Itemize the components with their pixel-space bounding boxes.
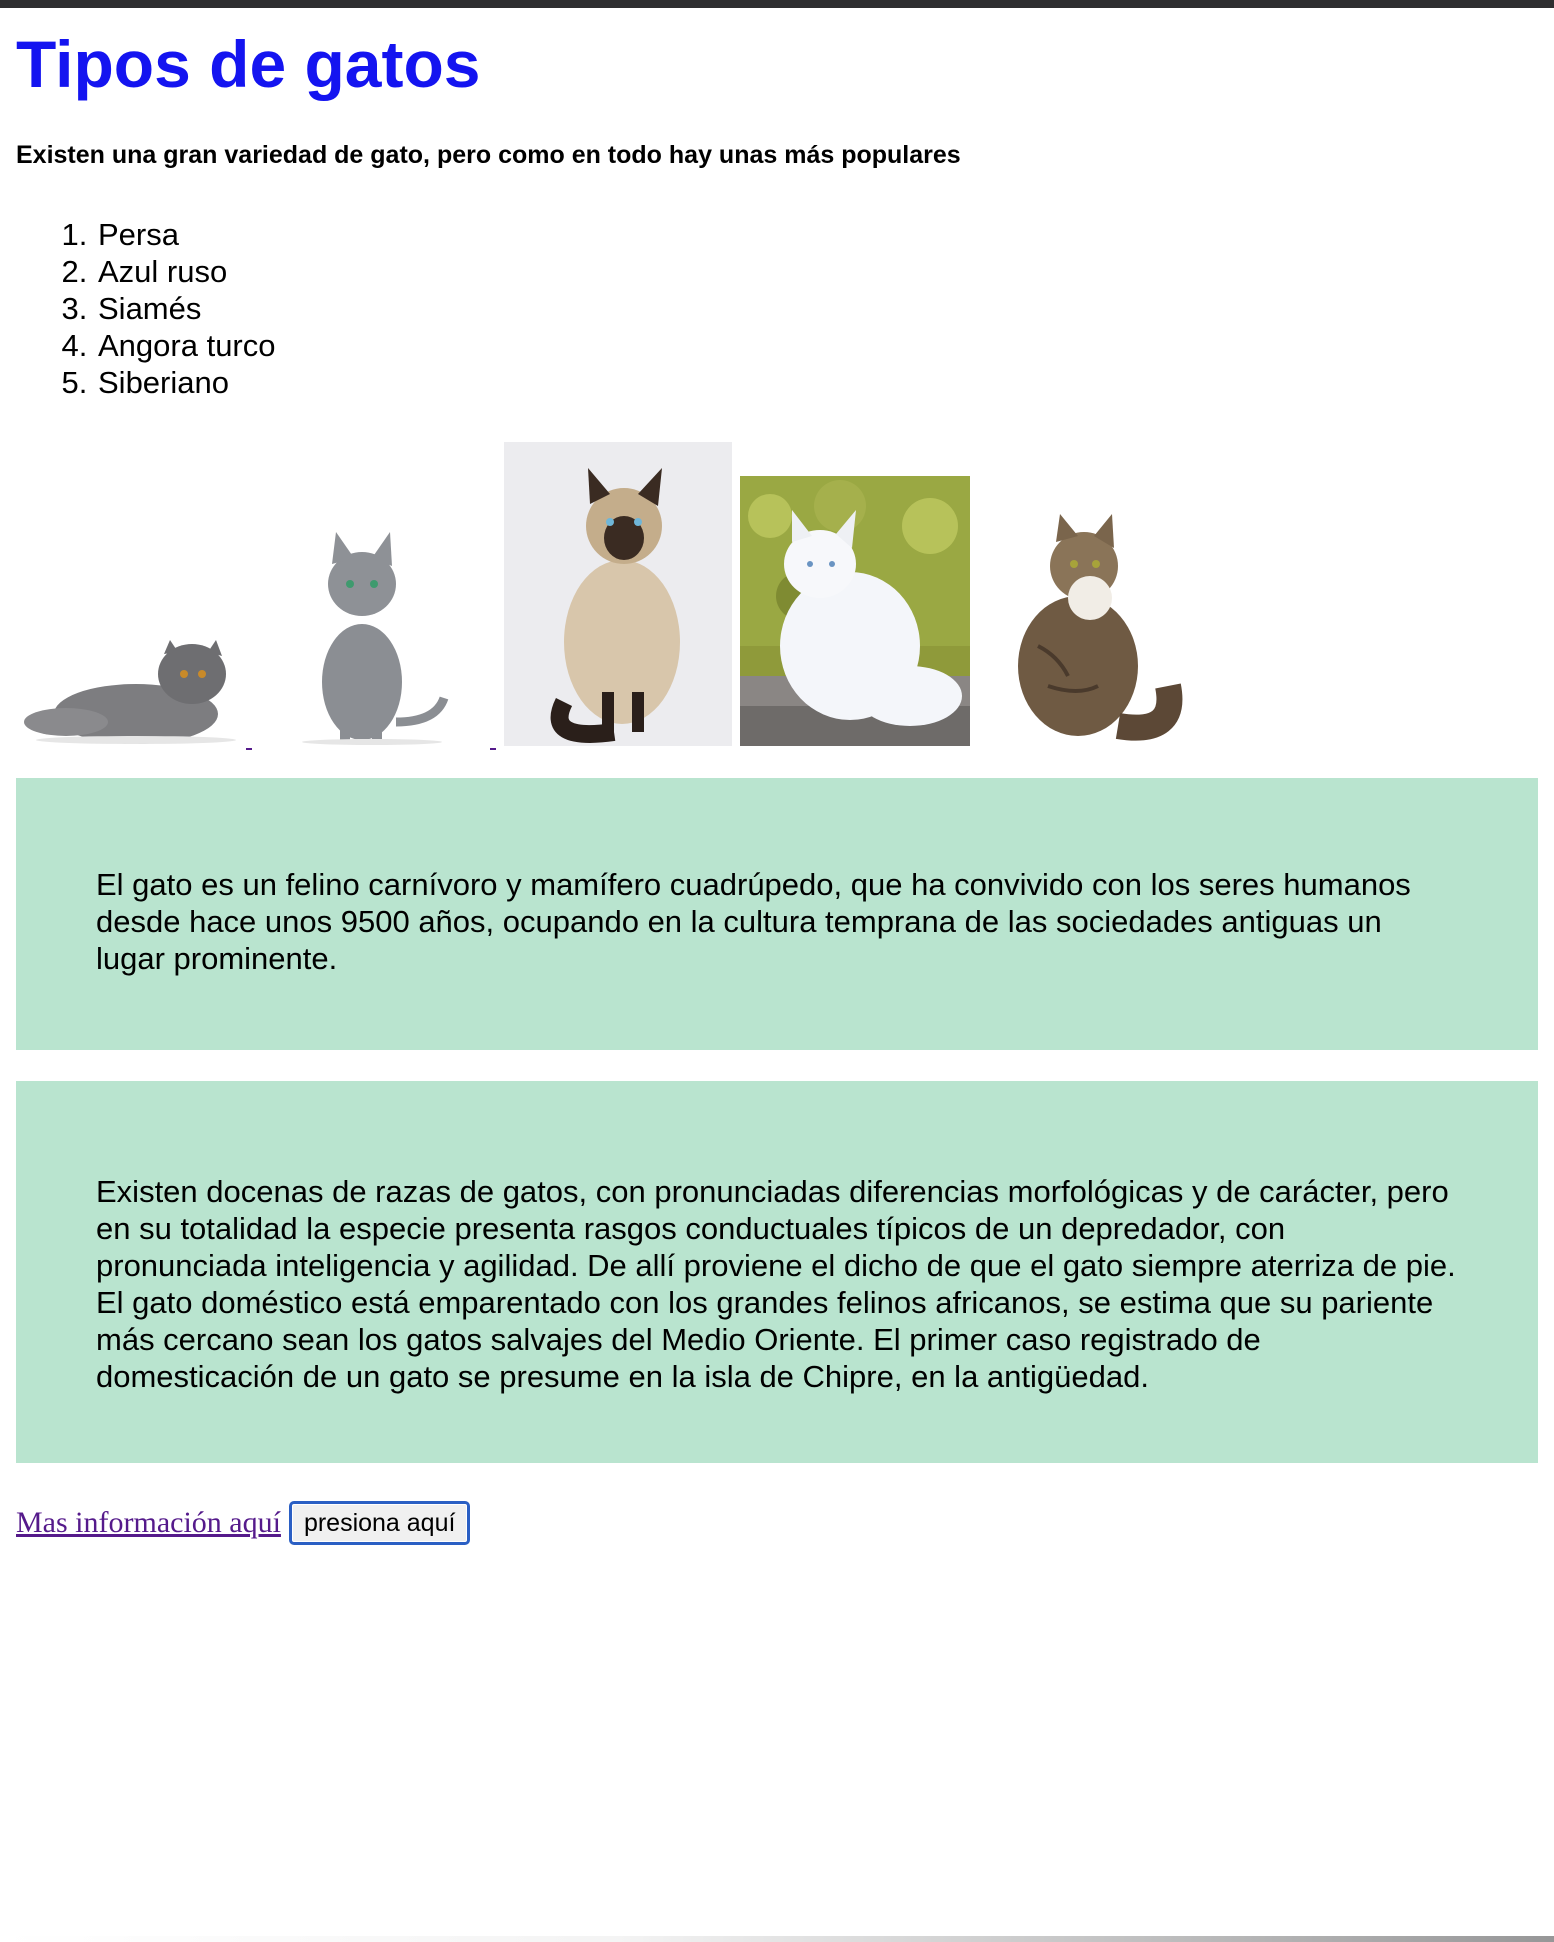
list-item: Persa <box>96 216 276 253</box>
persian-cat-link[interactable] <box>16 434 252 752</box>
list-item: Angora turco <box>96 327 276 364</box>
siberian-cat-link[interactable] <box>978 434 1192 752</box>
info-paragraph-1: El gato es un felino carnívoro y mamífer… <box>96 867 1411 976</box>
cat-gallery <box>16 434 1216 752</box>
russian-blue-cat-link[interactable] <box>260 434 496 752</box>
footer-actions: Mas información aquí presiona aquí <box>16 1501 471 1545</box>
breed-list: Persa Azul ruso Siamés Angora turco Sibe… <box>16 216 276 401</box>
info-box-2: Existen docenas de razas de gatos, con p… <box>16 1081 1538 1463</box>
intro-text: Existen una gran variedad de gato, pero … <box>16 141 961 169</box>
more-info-link[interactable]: Mas información aquí <box>16 1505 281 1541</box>
info-paragraph-2: Existen docenas de razas de gatos, con p… <box>96 1174 1456 1394</box>
russian-blue-cat-photo <box>276 522 472 746</box>
turkish-angora-cat-link[interactable] <box>740 434 970 752</box>
siamese-cat-link[interactable] <box>504 434 732 752</box>
browser-top-bar <box>0 0 1554 8</box>
list-item: Siberiano <box>96 364 276 401</box>
info-box-1: El gato es un felino carnívoro y mamífer… <box>16 778 1538 1050</box>
turkish-angora-cat-photo <box>740 476 970 746</box>
list-item: Azul ruso <box>96 253 276 290</box>
press-here-button[interactable]: presiona aquí <box>288 1501 471 1545</box>
list-item: Siamés <box>96 290 276 327</box>
window-bottom-edge <box>0 1936 1554 1942</box>
page-title: Tipos de gatos <box>16 27 481 101</box>
persian-cat-photo <box>16 618 244 746</box>
siberian-cat-photo <box>978 506 1192 746</box>
siamese-cat-photo <box>504 442 732 746</box>
